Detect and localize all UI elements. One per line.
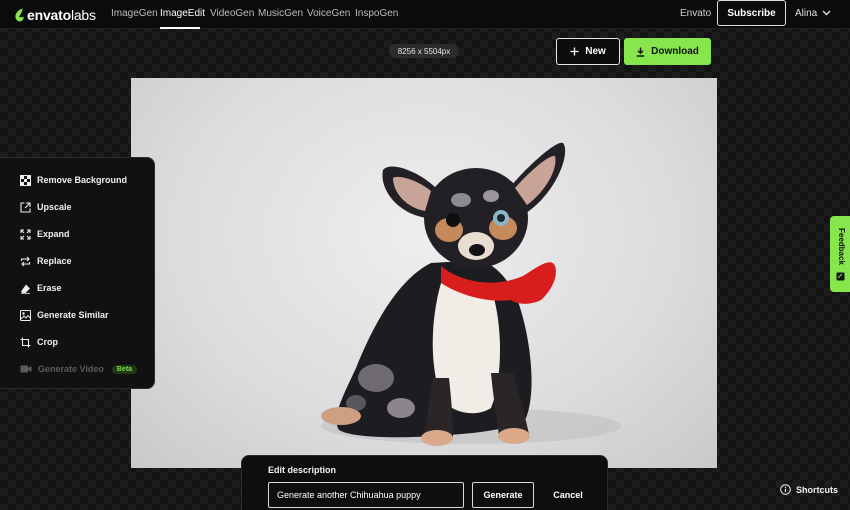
feedback-label[interactable]: Feedback — [834, 228, 846, 278]
nav-voicegen[interactable]: VoiceGen — [307, 8, 350, 19]
logo-name: envato — [27, 6, 71, 23]
edited-image-chihuahua-puppy — [131, 78, 717, 468]
tool-label: Generate Similar — [37, 310, 109, 320]
tool-label: Remove Background — [37, 175, 128, 185]
tool-replace[interactable]: Replace — [20, 253, 72, 269]
video-icon — [20, 365, 32, 373]
nav-musicgen[interactable]: MusicGen — [258, 8, 303, 19]
nav-inspogen[interactable]: InspoGen — [355, 8, 398, 19]
replace-icon — [20, 256, 31, 266]
nav-videogen[interactable]: VideoGen — [210, 8, 254, 19]
download-button[interactable]: Download — [624, 38, 711, 65]
image-icon — [20, 309, 31, 321]
tool-remove-background[interactable]: Remove Background — [20, 172, 127, 188]
tool-label: Replace — [37, 256, 72, 266]
tool-generate-video[interactable]: Generate Video Beta — [20, 361, 138, 377]
active-tab-indicator — [160, 27, 200, 29]
feedback-icon — [836, 272, 845, 281]
envato-link[interactable]: Envato — [680, 8, 711, 19]
eraser-icon — [21, 284, 30, 294]
logo-suffix: labs — [70, 6, 96, 23]
expand-icon — [20, 228, 31, 240]
shortcuts-button[interactable]: Shortcuts — [780, 484, 838, 495]
new-button[interactable]: New — [556, 38, 620, 65]
download-button-label: Download — [651, 46, 699, 57]
crop-icon — [20, 337, 31, 347]
plus-icon — [570, 47, 579, 56]
upscale-icon — [20, 201, 31, 213]
tool-label: Upscale — [37, 202, 72, 212]
edit-description-input[interactable] — [268, 482, 464, 508]
top-navigation-bar: envatolabs ImageGen ImageEdit VideoGen M… — [0, 0, 850, 29]
download-icon — [636, 47, 645, 57]
beta-badge: Beta — [111, 364, 138, 374]
tool-label: Erase — [37, 283, 62, 293]
tool-label: Crop — [37, 337, 58, 347]
user-menu-name[interactable]: Alina — [795, 8, 817, 19]
info-icon — [780, 484, 791, 495]
shortcuts-label: Shortcuts — [796, 484, 839, 495]
tool-erase[interactable]: Erase — [20, 280, 62, 296]
puppy-illustration — [321, 142, 621, 446]
chevron-down-icon[interactable] — [822, 9, 831, 17]
tool-generate-similar[interactable]: Generate Similar — [20, 307, 109, 323]
cancel-button[interactable]: Cancel — [546, 482, 590, 508]
subscribe-button[interactable]: Subscribe — [717, 0, 786, 26]
new-button-label: New — [585, 46, 606, 57]
edit-description-title: Edit description — [268, 465, 337, 475]
tool-label: Generate Video — [38, 364, 104, 374]
tool-crop[interactable]: Crop — [20, 334, 58, 350]
generate-button[interactable]: Generate — [472, 482, 534, 508]
nav-imageedit[interactable]: ImageEdit — [160, 8, 205, 19]
edit-tools-panel: Remove Background Upscale Expand Replace… — [0, 157, 155, 389]
remove-background-icon — [20, 174, 31, 186]
tool-label: Expand — [37, 229, 70, 239]
nav-imagegen[interactable]: ImageGen — [111, 8, 158, 19]
image-dimensions-badge: 8256 x 5504px — [389, 44, 459, 58]
tool-upscale[interactable]: Upscale — [20, 199, 72, 215]
envato-labs-logo[interactable]: envatolabs — [14, 6, 96, 23]
tool-expand[interactable]: Expand — [20, 226, 70, 242]
envato-leaf-icon — [15, 8, 24, 21]
